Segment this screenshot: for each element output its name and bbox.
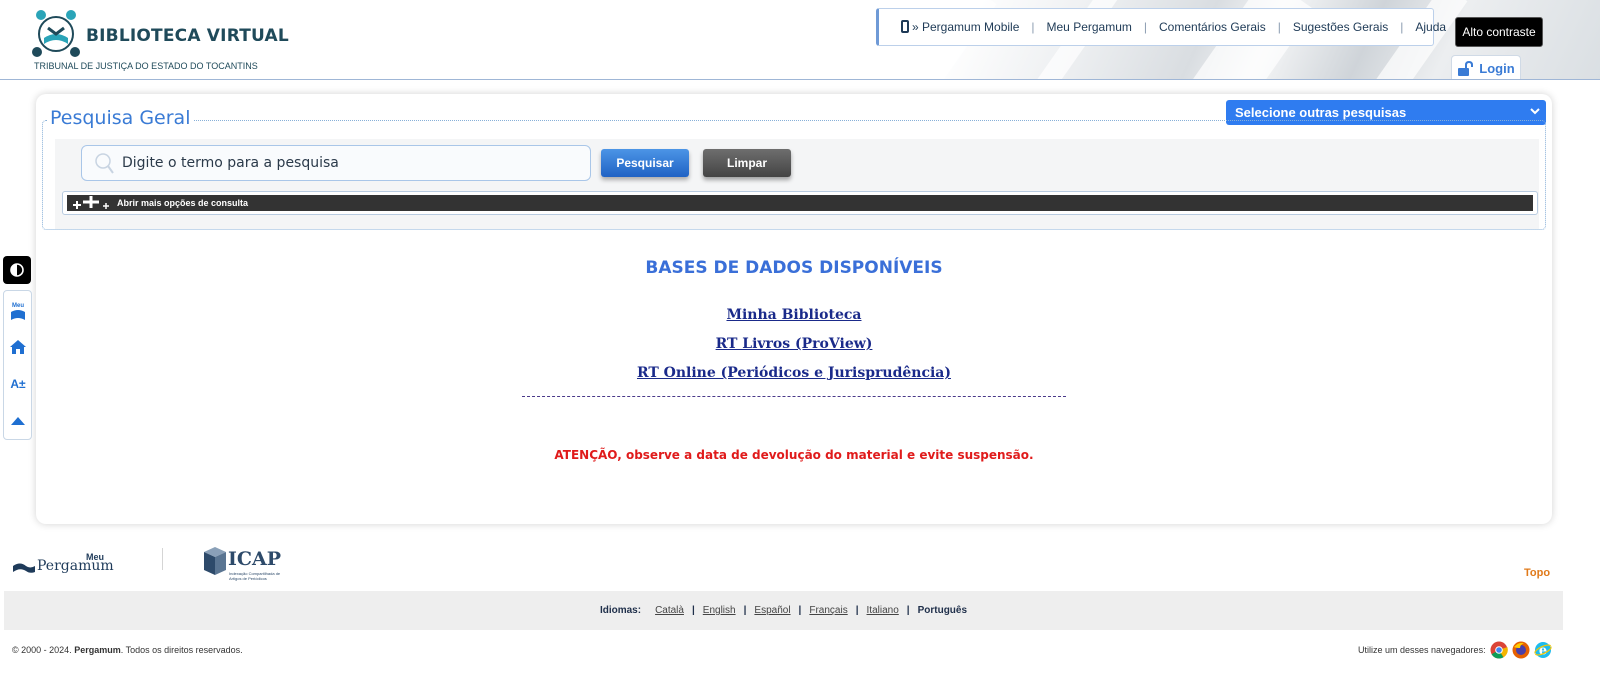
pergamum-mark-icon <box>13 563 35 573</box>
icap-subtitle: Indexação Compartilhada de Artigos de Pe… <box>229 571 281 581</box>
lang-english[interactable]: English <box>703 605 736 616</box>
side-scroll-top-button[interactable] <box>4 409 32 433</box>
search-area: Digite o termo para a pesquisa Pesquisar… <box>55 139 1539 229</box>
more-options-toggle[interactable]: Abrir mais opções de consulta <box>67 195 1533 211</box>
nav-meu-pergamum[interactable]: Meu Pergamum <box>1047 20 1132 34</box>
copyright-brand: Pergamum <box>74 645 121 655</box>
lang-espanol[interactable]: Español <box>754 605 790 616</box>
internet-explorer-icon[interactable]: e <box>1533 641 1552 659</box>
lang-italiano[interactable]: Italiano <box>867 605 899 616</box>
footer-logos: Meu Pergamum ICAP Indexação Compartilhad… <box>0 540 1600 590</box>
search-icon <box>95 153 114 174</box>
logo-subtitle: TRIBUNAL DE JUSTIÇA DO ESTADO DO TOCANTI… <box>34 61 258 71</box>
browser-recommendations: Utilize um desses navegadores: e <box>1358 641 1552 659</box>
chrome-icon[interactable] <box>1490 641 1508 659</box>
nav-pergamum-mobile[interactable]: » Pergamum Mobile <box>901 20 1019 34</box>
more-options-label: Abrir mais opções de consulta <box>117 198 249 208</box>
nav-separator: | <box>1400 20 1404 34</box>
svg-text:Meu: Meu <box>12 303 24 309</box>
logo-title: BIBLIOTECA VIRTUAL <box>86 26 289 46</box>
side-font-size-button[interactable]: A± <box>4 372 32 396</box>
search-fieldset: Pesquisa Geral Digite o termo para a pes… <box>42 107 1546 230</box>
language-bar: Idiomas: Català | English | Español | Fr… <box>4 591 1563 630</box>
main-panel: Selecione outras pesquisas Pesquisa Gera… <box>36 94 1552 524</box>
lang-separator: | <box>855 605 859 616</box>
login-button[interactable]: Login <box>1451 55 1521 79</box>
phone-icon <box>901 20 909 33</box>
footer-logo-divider <box>162 548 163 570</box>
clear-button[interactable]: Limpar <box>703 149 791 177</box>
chevron-down-icon <box>1530 108 1540 115</box>
side-meu-pergamum-button[interactable]: Meu <box>4 299 32 323</box>
library-logo[interactable]: BIBLIOTECA VIRTUAL TRIBUNAL DE JUSTIÇA D… <box>30 6 289 76</box>
side-contrast-button[interactable] <box>3 256 31 284</box>
lang-separator: | <box>691 605 695 616</box>
lang-separator: | <box>906 605 910 616</box>
nav-ajuda[interactable]: Ajuda <box>1415 20 1446 34</box>
header: BIBLIOTECA VIRTUAL TRIBUNAL DE JUSTIÇA D… <box>0 0 1600 80</box>
nav-separator: | <box>1031 20 1035 34</box>
search-input[interactable]: Digite o termo para a pesquisa <box>81 145 591 181</box>
triangle-up-icon <box>11 417 25 425</box>
library-emblem-icon <box>32 10 80 57</box>
other-searches-label: Selecione outras pesquisas <box>1235 105 1407 120</box>
link-rt-livros[interactable]: RT Livros (ProView) <box>36 336 1552 352</box>
copyright: © 2000 - 2024. Pergamum. Todos os direit… <box>12 645 243 655</box>
unlock-icon <box>1458 60 1474 76</box>
more-options-container: Abrir mais opções de consulta <box>62 191 1538 215</box>
search-legend: Pesquisa Geral <box>47 107 194 129</box>
databases-title: BASES DE DADOS DISPONÍVEIS <box>645 258 943 278</box>
link-rt-online[interactable]: RT Online (Periódicos e Jurisprudência) <box>36 365 1552 381</box>
nav-sugestoes-gerais[interactable]: Sugestões Gerais <box>1293 20 1388 34</box>
lang-separator: | <box>798 605 802 616</box>
languages-label: Idiomas: <box>599 605 642 616</box>
copyright-suffix: . Todos os direitos reservados. <box>120 645 243 655</box>
nav-separator: | <box>1277 20 1281 34</box>
icap-logo-text[interactable]: ICAP <box>228 548 281 570</box>
back-to-top-link[interactable]: Topo <box>1524 567 1550 579</box>
attention-notice: ATENÇÃO, observe a data de devolução do … <box>554 448 1034 462</box>
browsers-label: Utilize um desses navegadores: <box>1358 645 1486 655</box>
dashed-divider <box>522 396 1066 397</box>
font-size-icon: A± <box>10 377 26 391</box>
link-minha-biblioteca[interactable]: Minha Biblioteca <box>36 307 1552 323</box>
lang-catala[interactable]: Català <box>655 605 684 616</box>
side-toolbar: Meu A± <box>3 290 32 440</box>
icap-cube-icon <box>204 547 226 575</box>
search-button[interactable]: Pesquisar <box>601 149 689 177</box>
copyright-prefix: © 2000 - 2024. <box>12 645 72 655</box>
nav-separator: | <box>1143 20 1148 34</box>
meu-pergamum-icon: Meu <box>11 303 25 320</box>
lang-current: Português <box>917 605 968 616</box>
lang-separator: | <box>743 605 747 616</box>
expand-plus-icon <box>73 196 109 209</box>
firefox-icon[interactable] <box>1512 641 1530 659</box>
meu-pergamum-big-text: Pergamum <box>37 558 114 574</box>
lang-francais[interactable]: Français <box>809 605 847 616</box>
top-navigation: » Pergamum Mobile | Meu Pergamum | Comen… <box>876 8 1446 46</box>
login-label: Login <box>1479 61 1515 76</box>
home-icon <box>10 340 26 354</box>
nav-comentarios-gerais[interactable]: Comentários Gerais <box>1159 20 1266 34</box>
side-home-button[interactable] <box>4 335 32 359</box>
nav-label: » Pergamum Mobile <box>912 20 1020 34</box>
high-contrast-button[interactable]: Alto contraste <box>1455 17 1543 47</box>
search-placeholder: Digite o termo para a pesquisa <box>122 155 339 171</box>
contrast-icon <box>10 263 24 277</box>
